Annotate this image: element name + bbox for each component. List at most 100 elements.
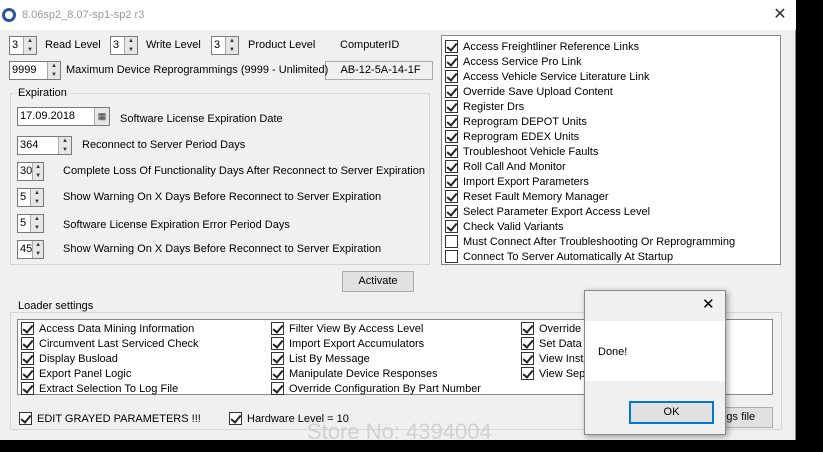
list-item[interactable]: Circumvent Last Serviced Check xyxy=(21,336,199,351)
stepper-arrows-icon[interactable]: ▲ ▼ xyxy=(32,241,43,258)
checkbox[interactable] xyxy=(445,235,458,248)
product-level-value[interactable]: 3 xyxy=(212,37,225,54)
product-level-stepper[interactable]: 3 ▲ ▼ xyxy=(211,36,239,55)
list-item[interactable]: Select Parameter Export Access Level xyxy=(445,204,650,219)
checkbox[interactable] xyxy=(521,337,534,350)
list-item[interactable]: Reprogram EDEX Units xyxy=(445,129,579,144)
checkbox[interactable] xyxy=(445,220,458,233)
checkbox[interactable] xyxy=(21,352,34,365)
checkbox[interactable] xyxy=(445,100,458,113)
warning-days-value[interactable]: 5 xyxy=(18,189,30,206)
stepper-arrows-icon[interactable]: ▲ ▼ xyxy=(47,62,60,79)
checkbox[interactable] xyxy=(445,130,458,143)
stepper-arrows-icon[interactable]: ▲ ▼ xyxy=(58,137,71,154)
expiration-date-value[interactable]: 17.09.2018 xyxy=(18,108,94,125)
checkbox[interactable] xyxy=(271,352,284,365)
list-item-label: Access Service Pro Link xyxy=(463,55,582,68)
loss-functionality-stepper[interactable]: 30 ▲ ▼ xyxy=(17,162,44,181)
checkbox[interactable] xyxy=(229,412,242,425)
list-item[interactable]: Troubleshoot Vehicle Faults xyxy=(445,144,598,159)
list-item[interactable]: Roll Call And Monitor xyxy=(445,159,566,174)
checkbox[interactable] xyxy=(21,322,34,335)
checkbox[interactable] xyxy=(445,250,458,263)
stepper-arrows-icon[interactable]: ▲ ▼ xyxy=(225,37,238,54)
error-period-stepper[interactable]: 5 ▲ ▼ xyxy=(17,214,44,233)
loss-functionality-value[interactable]: 30 xyxy=(18,163,32,180)
list-item[interactable]: Override Save Upload Content xyxy=(445,84,613,99)
list-item[interactable]: Access Vehicle Service Literature Link xyxy=(445,69,649,84)
read-level-stepper[interactable]: 3 ▲ ▼ xyxy=(9,36,37,55)
list-item[interactable]: Check Valid Variants xyxy=(445,219,563,234)
checkbox[interactable] xyxy=(271,322,284,335)
list-item[interactable]: Override Configuration By Part Number xyxy=(271,381,481,396)
checkbox[interactable] xyxy=(445,175,458,188)
list-item[interactable]: Import Export Accumulators xyxy=(271,336,424,351)
checkbox[interactable] xyxy=(521,322,534,335)
write-level-label: Write Level xyxy=(146,39,201,51)
write-level-value[interactable]: 3 xyxy=(111,37,124,54)
list-item[interactable]: View Instr xyxy=(521,351,587,366)
checkbox[interactable] xyxy=(445,115,458,128)
checkbox[interactable] xyxy=(19,412,32,425)
warning-days-2-value[interactable]: 45 xyxy=(18,241,32,258)
checkbox[interactable] xyxy=(445,190,458,203)
list-item[interactable]: View Sep xyxy=(521,366,585,381)
warning-days-2-stepper[interactable]: 45 ▲ ▼ xyxy=(17,240,44,259)
error-period-value[interactable]: 5 xyxy=(18,215,30,232)
checkbox[interactable] xyxy=(445,85,458,98)
list-item-label: Reset Fault Memory Manager xyxy=(463,190,609,203)
list-item[interactable]: Override I xyxy=(521,321,587,336)
list-item[interactable]: Extract Selection To Log File xyxy=(21,381,178,396)
list-item[interactable]: Import Export Parameters xyxy=(445,174,589,189)
list-item[interactable]: Must Connect After Troubleshooting Or Re… xyxy=(445,234,735,249)
ok-button[interactable]: OK xyxy=(629,401,714,424)
max-reprogrammings-value[interactable]: 9999 xyxy=(10,62,47,79)
list-item[interactable]: Register Drs xyxy=(445,99,524,114)
reconnect-period-value[interactable]: 364 xyxy=(18,137,58,154)
checkbox[interactable] xyxy=(271,382,284,395)
list-item[interactable]: Access Data Mining Information xyxy=(21,321,194,336)
list-item[interactable]: Export Panel Logic xyxy=(21,366,131,381)
stepper-arrows-icon[interactable]: ▲ ▼ xyxy=(124,37,137,54)
checkbox[interactable] xyxy=(445,205,458,218)
checkbox[interactable] xyxy=(445,55,458,68)
read-level-value[interactable]: 3 xyxy=(10,37,23,54)
checkbox[interactable] xyxy=(271,337,284,350)
dialog-close-icon[interactable]: ✕ xyxy=(702,295,715,313)
list-item[interactable]: Filter View By Access Level xyxy=(271,321,423,336)
activate-button[interactable]: Activate xyxy=(342,271,414,292)
list-item[interactable]: Access Service Pro Link xyxy=(445,54,582,69)
checkbox[interactable] xyxy=(521,367,534,380)
checkbox[interactable] xyxy=(445,145,458,158)
list-item[interactable]: Display Busload xyxy=(21,351,118,366)
list-item[interactable]: Access Freightliner Reference Links xyxy=(445,39,639,54)
max-reprogrammings-stepper[interactable]: 9999 ▲ ▼ xyxy=(9,61,61,80)
checkbox[interactable] xyxy=(445,70,458,83)
stepper-arrows-icon[interactable]: ▲ ▼ xyxy=(30,215,43,232)
checkbox[interactable] xyxy=(21,367,34,380)
list-item[interactable]: Connect To Server Automatically At Start… xyxy=(445,249,673,264)
reconnect-period-stepper[interactable]: 364 ▲ ▼ xyxy=(17,136,72,155)
checkbox[interactable] xyxy=(271,367,284,380)
window-close-icon[interactable]: ✕ xyxy=(768,4,792,26)
calendar-icon[interactable]: ▦ xyxy=(94,108,109,125)
list-item[interactable]: List By Message xyxy=(271,351,370,366)
warning-days-stepper[interactable]: 5 ▲ ▼ xyxy=(17,188,44,207)
checkbox[interactable] xyxy=(21,382,34,395)
write-level-stepper[interactable]: 3 ▲ ▼ xyxy=(110,36,138,55)
list-item[interactable]: Reprogram DEPOT Units xyxy=(445,114,587,129)
checkbox[interactable] xyxy=(445,40,458,53)
stepper-arrows-icon[interactable]: ▲ ▼ xyxy=(32,163,43,180)
list-item[interactable]: Reset Fault Memory Manager xyxy=(445,189,609,204)
list-item[interactable]: Manipulate Device Responses xyxy=(271,366,438,381)
checkbox[interactable] xyxy=(21,337,34,350)
edit-grayed-parameters-checkbox[interactable]: EDIT GRAYED PARAMETERS !!! xyxy=(19,411,201,426)
list-item-label: Roll Call And Monitor xyxy=(463,160,566,173)
expiration-date-picker[interactable]: 17.09.2018 ▦ xyxy=(17,107,110,126)
computer-id-field[interactable]: AB-12-5A-14-1F xyxy=(325,61,433,80)
checkbox[interactable] xyxy=(445,160,458,173)
checkbox[interactable] xyxy=(521,352,534,365)
stepper-arrows-icon[interactable]: ▲ ▼ xyxy=(30,189,43,206)
stepper-arrows-icon[interactable]: ▲ ▼ xyxy=(23,37,36,54)
list-item[interactable]: Set Data xyxy=(521,336,582,351)
